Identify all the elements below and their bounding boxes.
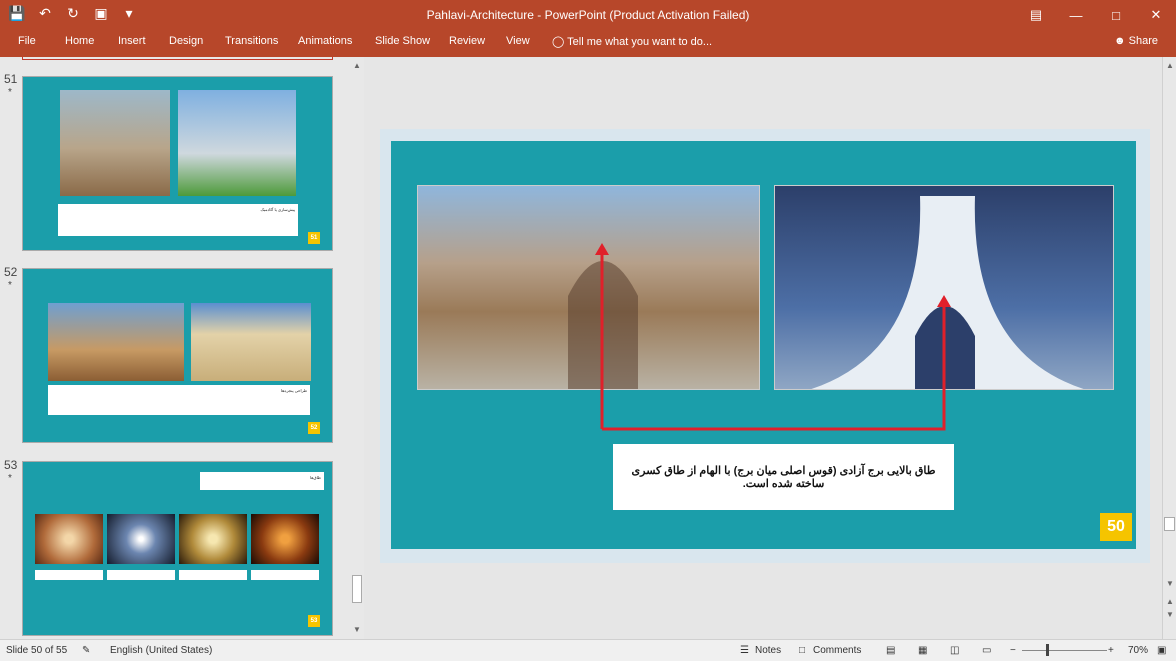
scroll-up-icon[interactable]: ▲ bbox=[1166, 61, 1174, 70]
thumbnail-text-box: طاق‌ها bbox=[200, 472, 324, 490]
window-title: Pahlavi-Architecture - PowerPoint (Produ… bbox=[426, 8, 750, 22]
thumbnail-photo bbox=[48, 303, 184, 381]
zoom-in-icon[interactable]: + bbox=[1108, 645, 1114, 656]
notes-icon: ☰ bbox=[740, 645, 749, 656]
close-icon[interactable]: ✕ bbox=[1136, 0, 1176, 30]
minimize-icon[interactable]: — bbox=[1056, 0, 1096, 30]
status-bar: Slide 50 of 55 ✎ English (United States)… bbox=[0, 639, 1176, 661]
tab-view[interactable]: View bbox=[506, 35, 530, 47]
slide-counter: Slide 50 of 55 bbox=[6, 645, 68, 656]
tab-slide-show[interactable]: Slide Show bbox=[375, 35, 430, 47]
animation-star: * bbox=[8, 87, 12, 98]
thumbnail-label bbox=[179, 570, 247, 580]
lightbulb-icon: ◯ bbox=[552, 36, 568, 48]
thumbnail-photo bbox=[191, 303, 311, 381]
share-label: Share bbox=[1128, 35, 1158, 47]
scroll-down-icon[interactable]: ▼ bbox=[1166, 579, 1174, 588]
slide-editor: طاق بالایی برج آزادی (قوس اصلی میان برج)… bbox=[368, 57, 1162, 639]
thumbnail-text-box: پیش‌سازی یا آکادمیک bbox=[58, 204, 298, 236]
comments-icon: □ bbox=[799, 645, 806, 656]
zoom-slider-thumb[interactable] bbox=[1046, 644, 1049, 656]
thumbnail-scrollbar[interactable]: ▲ ▼ bbox=[350, 57, 364, 639]
thumbnail-number: 52 bbox=[4, 265, 18, 279]
window-controls: ▤ — □ ✕ bbox=[1016, 0, 1176, 30]
thumbnail-photo bbox=[35, 514, 103, 564]
scroll-up-icon[interactable]: ▲ bbox=[353, 61, 361, 70]
person-icon: ☻ bbox=[1114, 35, 1129, 47]
thumbnail-number: 51 bbox=[4, 72, 18, 86]
tab-home[interactable]: Home bbox=[65, 35, 94, 47]
tab-design[interactable]: Design bbox=[169, 35, 203, 47]
scroll-down-icon[interactable]: ▼ bbox=[353, 625, 361, 634]
thumbnail-slide-51[interactable]: پیش‌سازی یا آکادمیک 51 bbox=[22, 76, 333, 251]
thumbnail-photo bbox=[178, 90, 296, 196]
animation-star: * bbox=[8, 280, 12, 291]
slide-caption[interactable]: طاق بالایی برج آزادی (قوس اصلی میان برج)… bbox=[613, 444, 954, 510]
slide-show-icon[interactable]: ▭ bbox=[982, 645, 991, 656]
slide-background: طاق بالایی برج آزادی (قوس اصلی میان برج)… bbox=[391, 141, 1136, 549]
slide-sorter-icon[interactable]: ▦ bbox=[918, 645, 927, 656]
thumbnail-label bbox=[251, 570, 319, 580]
thumbnail-photo bbox=[107, 514, 175, 564]
zoom-level[interactable]: 70% bbox=[1128, 645, 1148, 656]
tab-animations[interactable]: Animations bbox=[298, 35, 352, 47]
thumbnail-photo bbox=[179, 514, 247, 564]
next-slide-icon[interactable]: ▼ bbox=[1166, 610, 1174, 619]
tab-review[interactable]: Review bbox=[449, 35, 485, 47]
share-button[interactable]: ☻ Share bbox=[1114, 35, 1158, 47]
tab-file[interactable]: File bbox=[18, 35, 36, 47]
title-bar: 💾 ↶ ↻ ▣ ▾ Pahlavi-Architecture - PowerPo… bbox=[0, 0, 1176, 30]
normal-view-icon[interactable]: ▤ bbox=[886, 645, 895, 656]
current-slide[interactable]: طاق بالایی برج آزادی (قوس اصلی میان برج)… bbox=[380, 129, 1150, 563]
scroll-thumb[interactable] bbox=[352, 575, 362, 603]
thumbnail-label bbox=[35, 570, 103, 580]
thumbnail-page-badge: 51 bbox=[308, 232, 320, 244]
thumbnail-photo bbox=[251, 514, 319, 564]
ribbon-tabs: File Home Insert Design Transitions Anim… bbox=[0, 30, 1176, 57]
previous-slide-icon[interactable]: ▲ bbox=[1166, 597, 1174, 606]
language-indicator[interactable]: English (United States) bbox=[110, 645, 212, 656]
ribbon-display-icon[interactable]: ▤ bbox=[1016, 0, 1056, 30]
notes-button[interactable]: Notes bbox=[755, 645, 781, 656]
thumbnail-photo bbox=[60, 90, 170, 196]
spellcheck-icon[interactable]: ✎ bbox=[82, 645, 90, 656]
slide-thumbnail-pane: 51 * پیش‌سازی یا آکادمیک 51 52 * طراحی پ… bbox=[0, 57, 364, 639]
selected-thumbnail-edge bbox=[22, 57, 333, 60]
reading-view-icon[interactable]: ◫ bbox=[950, 645, 959, 656]
thumbnail-number: 53 bbox=[4, 458, 18, 472]
slide-number-badge: 50 bbox=[1100, 513, 1132, 541]
tab-insert[interactable]: Insert bbox=[118, 35, 146, 47]
comments-button[interactable]: Comments bbox=[813, 645, 861, 656]
thumbnail-text-box: طراحی پنجره‌ها bbox=[48, 385, 310, 415]
thumbnail-page-badge: 53 bbox=[308, 615, 320, 627]
thumbnail-slide-52[interactable]: طراحی پنجره‌ها 52 bbox=[22, 268, 333, 443]
editor-scrollbar[interactable]: ▲ ▼ ▲ ▼ bbox=[1162, 57, 1176, 639]
animation-star: * bbox=[8, 473, 12, 484]
thumbnail-label bbox=[107, 570, 175, 580]
scroll-thumb[interactable] bbox=[1164, 517, 1175, 531]
thumbnail-slide-53[interactable]: طاق‌ها 53 bbox=[22, 461, 333, 636]
fit-to-window-icon[interactable]: ▣ bbox=[1157, 645, 1166, 656]
zoom-slider[interactable] bbox=[1022, 650, 1107, 651]
thumbnail-page-badge: 52 bbox=[308, 422, 320, 434]
maximize-icon[interactable]: □ bbox=[1096, 0, 1136, 30]
tell-me-box[interactable]: ◯ Tell me what you want to do... bbox=[552, 35, 712, 48]
zoom-out-icon[interactable]: − bbox=[1010, 645, 1016, 656]
tab-transitions[interactable]: Transitions bbox=[225, 35, 278, 47]
tell-me-text: Tell me what you want to do... bbox=[567, 36, 713, 48]
